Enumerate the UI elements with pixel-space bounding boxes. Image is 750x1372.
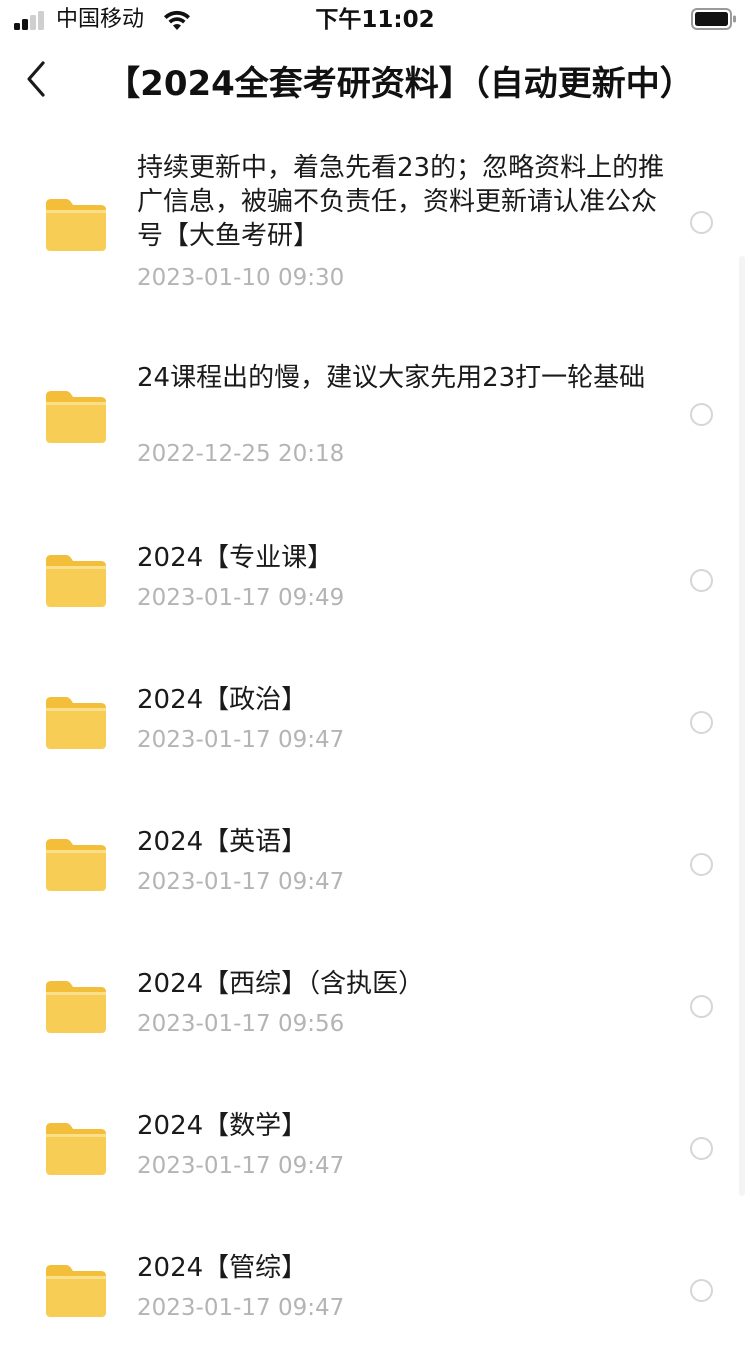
select-radio[interactable] bbox=[690, 853, 713, 876]
select-radio[interactable] bbox=[690, 403, 713, 426]
folder-icon bbox=[46, 981, 106, 1033]
folder-icon bbox=[46, 555, 106, 607]
file-list-item[interactable]: 2024【政治】 2023-01-17 09:47 bbox=[0, 662, 750, 804]
folder-icon bbox=[46, 839, 106, 891]
file-name: 2024【数学】 bbox=[137, 1111, 308, 1141]
file-name: 2024【西综】（含执医） bbox=[137, 969, 425, 999]
file-date: 2023-01-17 09:56 bbox=[137, 1011, 345, 1037]
file-list-item[interactable]: 2024【管综】 2023-01-17 09:47 bbox=[0, 1230, 750, 1372]
folder-icon bbox=[46, 697, 106, 749]
select-radio[interactable] bbox=[690, 711, 713, 734]
nav-bar: 【2024全套考研资料】（自动更新中） bbox=[0, 42, 750, 126]
file-name: 2024【专业课】 bbox=[137, 543, 334, 573]
folder-icon bbox=[46, 199, 106, 251]
select-radio[interactable] bbox=[690, 995, 713, 1018]
file-list-item[interactable]: 2024【专业课】 2023-01-17 09:49 bbox=[0, 520, 750, 662]
file-list: 持续更新中，着急先看23的；忽略资料上的推广信息，被骗不负责任，资料更新请认准公… bbox=[0, 126, 750, 1372]
file-list-item[interactable]: 持续更新中，着急先看23的；忽略资料上的推广信息，被骗不负责任，资料更新请认准公… bbox=[0, 126, 750, 334]
file-list-item[interactable]: 2024【英语】 2023-01-17 09:47 bbox=[0, 804, 750, 946]
folder-icon bbox=[46, 391, 106, 443]
file-list-item[interactable]: 24课程出的慢，建议大家先用23打一轮基础 2022-12-25 20:18 bbox=[0, 334, 750, 520]
file-name: 2024【政治】 bbox=[137, 685, 308, 715]
file-date: 2023-01-10 09:30 bbox=[137, 265, 345, 291]
file-name: 24课程出的慢，建议大家先用23打一轮基础 bbox=[137, 363, 646, 393]
select-radio[interactable] bbox=[690, 1137, 713, 1160]
file-name: 2024【管综】 bbox=[137, 1253, 308, 1283]
back-button[interactable] bbox=[14, 54, 58, 104]
file-date: 2023-01-17 09:49 bbox=[137, 585, 345, 611]
file-date: 2023-01-17 09:47 bbox=[137, 869, 345, 895]
status-time: 下午11:02 bbox=[315, 7, 435, 33]
battery-icon bbox=[691, 8, 736, 30]
file-list-item[interactable]: 2024【数学】 2023-01-17 09:47 bbox=[0, 1088, 750, 1230]
select-radio[interactable] bbox=[690, 211, 713, 234]
file-date: 2023-01-17 09:47 bbox=[137, 1153, 345, 1179]
file-name: 持续更新中，着急先看23的；忽略资料上的推广信息，被骗不负责任，资料更新请认准公… bbox=[137, 153, 665, 251]
scrollbar[interactable] bbox=[739, 256, 745, 1196]
file-date: 2023-01-17 09:47 bbox=[137, 727, 345, 753]
file-list-item[interactable]: 2024【西综】（含执医） 2023-01-17 09:56 bbox=[0, 946, 750, 1088]
file-date: 2022-12-25 20:18 bbox=[137, 441, 345, 467]
select-radio[interactable] bbox=[690, 1279, 713, 1302]
page-title: 【2024全套考研资料】（自动更新中） bbox=[106, 64, 694, 104]
folder-icon bbox=[46, 1123, 106, 1175]
select-radio[interactable] bbox=[690, 569, 713, 592]
file-date: 2023-01-17 09:47 bbox=[137, 1295, 345, 1321]
status-bar: 中国移动 下午11:02 bbox=[0, 0, 750, 40]
folder-icon bbox=[46, 1265, 106, 1317]
file-name: 2024【英语】 bbox=[137, 827, 308, 857]
chevron-left-icon bbox=[27, 61, 45, 97]
